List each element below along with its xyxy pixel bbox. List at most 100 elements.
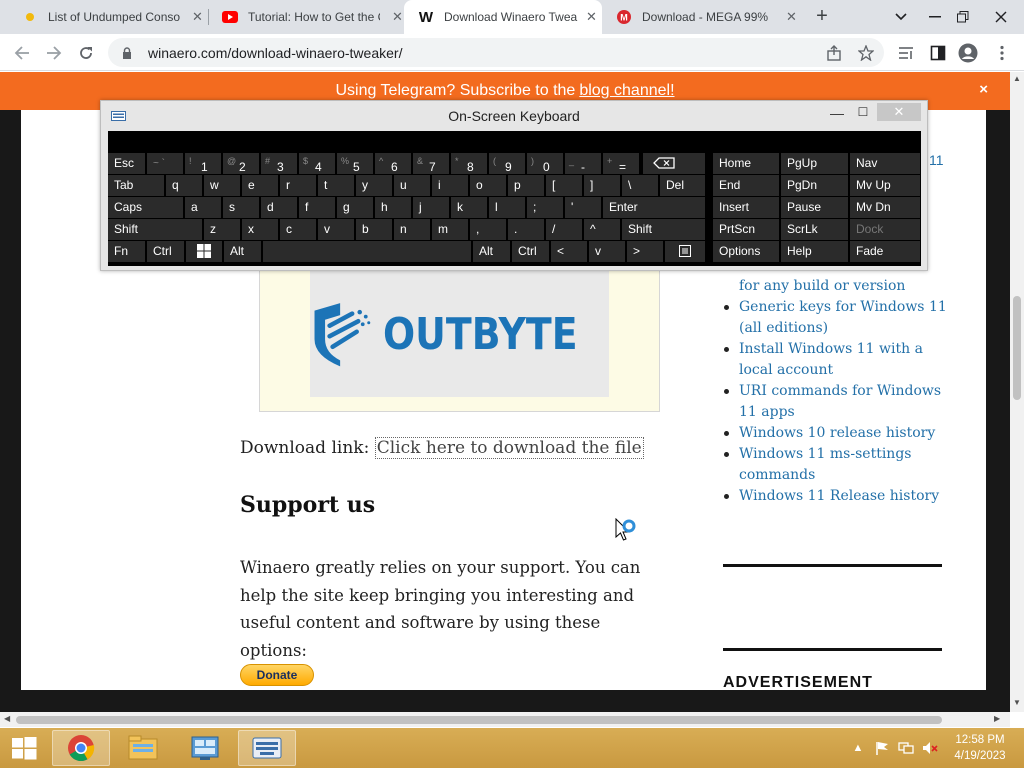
scroll-right-icon[interactable]: ▶ <box>994 714 1000 723</box>
key-scrlk[interactable]: ScrLk <box>781 219 848 240</box>
key-options[interactable]: Options <box>713 241 779 262</box>
key-home[interactable]: Home <box>713 153 779 174</box>
scroll-up-icon[interactable]: ▲ <box>1013 74 1021 83</box>
key-6[interactable]: ^ 6 <box>375 153 411 174</box>
file-explorer-taskbar-button[interactable] <box>114 730 172 766</box>
bookmark-star-icon[interactable] <box>856 43 876 63</box>
key-l[interactable]: l <box>489 197 525 218</box>
osk-maximize-button[interactable]: ☐ <box>853 105 873 125</box>
tab-undumped-consoles[interactable]: List of Undumped Conso ✕ <box>8 0 208 34</box>
key-shift-right[interactable]: Shift <box>622 219 705 240</box>
key-insert[interactable]: Insert <box>713 197 779 218</box>
address-bar[interactable]: winaero.com/download-winaero-tweaker/ <box>108 38 884 67</box>
key-8[interactable]: * 8 <box>451 153 487 174</box>
key-enter[interactable]: Enter <box>603 197 705 218</box>
key-z[interactable]: z <box>204 219 240 240</box>
key-j[interactable]: j <box>413 197 449 218</box>
key-c[interactable]: c <box>280 219 316 240</box>
sidebar-partial-text[interactable]: 11 <box>929 152 944 168</box>
key-t[interactable]: t <box>318 175 354 196</box>
key-h[interactable]: h <box>375 197 411 218</box>
osk-close-button[interactable]: ✕ <box>877 103 921 121</box>
key-i[interactable]: i <box>432 175 468 196</box>
share-icon[interactable] <box>824 43 844 63</box>
key-esc[interactable]: Esc <box>108 153 145 174</box>
key-q[interactable]: q <box>166 175 202 196</box>
key-^[interactable]: ^ <box>584 219 620 240</box>
key-f[interactable]: f <box>299 197 335 218</box>
key-a[interactable]: a <box>185 197 221 218</box>
list-item[interactable]: URI commands for Windows 11 apps <box>721 381 951 423</box>
key-,[interactable]: , <box>470 219 506 240</box>
tab-search-icon[interactable] <box>884 0 918 34</box>
key-=[interactable]: + = <box>603 153 639 174</box>
key-2[interactable]: @2 <box>223 153 259 174</box>
key-r[interactable]: r <box>280 175 316 196</box>
key-tab[interactable]: Tab <box>108 175 164 196</box>
key-prtscn[interactable]: PrtScn <box>713 219 779 240</box>
network-icon[interactable] <box>898 740 914 756</box>
key-fade[interactable]: Fade <box>850 241 920 262</box>
reload-icon[interactable] <box>76 43 96 63</box>
key-mv-dn[interactable]: Mv Dn <box>850 197 920 218</box>
outbyte-ad[interactable]: OUTBYTE <box>259 270 660 412</box>
on-screen-keyboard-taskbar-button[interactable] <box>238 730 296 766</box>
key-alt-right[interactable]: Alt <box>473 241 510 262</box>
download-file-link[interactable]: Click here to download the file <box>374 437 644 459</box>
key-4[interactable]: $4 <box>299 153 335 174</box>
list-item[interactable]: Generic keys for Windows 11 (all edition… <box>721 297 951 339</box>
key-left-arrow[interactable]: < <box>551 241 587 262</box>
key-end[interactable]: End <box>713 175 779 196</box>
key-9[interactable]: (9 <box>489 153 525 174</box>
banner-close-icon[interactable]: × <box>979 81 988 98</box>
key-e[interactable]: e <box>242 175 278 196</box>
list-item[interactable]: Install Windows 11 with a local account <box>721 339 951 381</box>
action-center-flag-icon[interactable] <box>874 740 890 756</box>
key-m[interactable]: m <box>432 219 468 240</box>
key-windows[interactable] <box>186 241 222 262</box>
key-\[interactable]: \ <box>622 175 658 196</box>
key--[interactable]: _ - <box>565 153 601 174</box>
vertical-scroll-thumb[interactable] <box>1013 296 1021 400</box>
reading-list-icon[interactable] <box>896 43 916 63</box>
tab-mega-download[interactable]: M Download - MEGA 99% ✕ <box>602 0 802 34</box>
key-shift-left[interactable]: Shift <box>108 219 202 240</box>
key-o[interactable]: o <box>470 175 506 196</box>
blog-channel-link[interactable]: blog channel! <box>579 82 674 100</box>
key-pgup[interactable]: PgUp <box>781 153 848 174</box>
key-[[interactable]: [ <box>546 175 582 196</box>
more-menu-icon[interactable] <box>992 43 1012 63</box>
key-pgdn[interactable]: PgDn <box>781 175 848 196</box>
key-alt-left[interactable]: Alt <box>224 241 261 262</box>
key-b[interactable]: b <box>356 219 392 240</box>
close-window-icon[interactable] <box>984 0 1018 34</box>
key-del[interactable]: Del <box>660 175 705 196</box>
list-item[interactable]: for any build or version <box>721 276 951 297</box>
scroll-down-icon[interactable]: ▼ <box>1013 698 1021 707</box>
profile-avatar-icon[interactable] <box>958 43 978 63</box>
key-][interactable]: ] <box>584 175 620 196</box>
restore-window-icon[interactable] <box>946 0 980 34</box>
key-backspace[interactable] <box>643 153 705 174</box>
key-ctrl-left[interactable]: Ctrl <box>147 241 184 262</box>
key-k[interactable]: k <box>451 197 487 218</box>
key-menu[interactable] <box>665 241 705 262</box>
list-item[interactable]: Windows 11 ms-settings commands <box>721 444 951 486</box>
close-tab-icon[interactable]: ✕ <box>392 9 403 25</box>
key-0[interactable]: ) 0 <box>527 153 563 174</box>
key-right-arrow[interactable]: > <box>627 241 663 262</box>
key-ctrl-right[interactable]: Ctrl <box>512 241 549 262</box>
key-s[interactable]: s <box>223 197 259 218</box>
tab-winaero-download[interactable]: W Download Winaero Twea ✕ <box>404 0 602 34</box>
show-hidden-icons-icon[interactable]: ▲ <box>850 740 866 756</box>
on-screen-keyboard-window[interactable]: On-Screen Keyboard — ☐ ✕ Esc! 1 @2 #3 $4% 5 ^ 6… <box>100 100 928 271</box>
forward-arrow-icon[interactable] <box>44 43 64 63</box>
volume-muted-icon[interactable] <box>922 740 938 756</box>
key-caps[interactable]: Caps <box>108 197 183 218</box>
key-space[interactable] <box>263 241 471 262</box>
key-g[interactable]: g <box>337 197 373 218</box>
tab-youtube-tutorial[interactable]: Tutorial: How to Get the C ✕ <box>208 0 404 34</box>
list-item[interactable]: Windows 11 Release history <box>721 486 951 507</box>
key-.[interactable]: . <box>508 219 544 240</box>
key-n[interactable]: n <box>394 219 430 240</box>
